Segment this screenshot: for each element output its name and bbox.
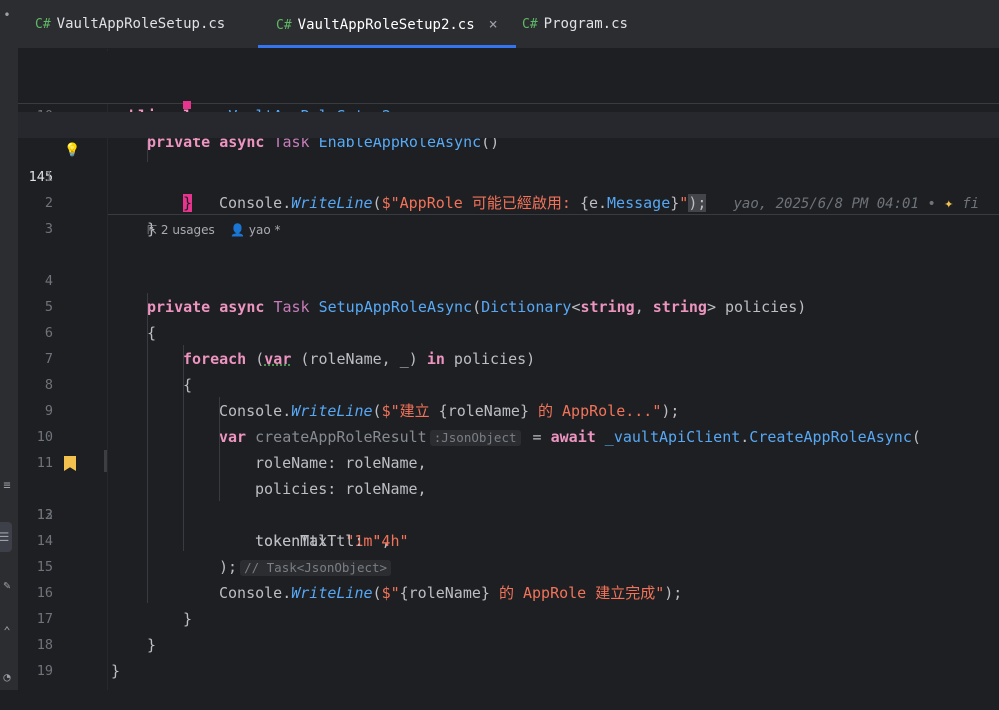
code-line[interactable]: 14 );// Task<JsonObject> [18, 502, 999, 576]
tab-program[interactable]: C# Program.cs [522, 0, 628, 48]
structure-icon[interactable]: ≡ [0, 478, 14, 492]
code-line[interactable]: 7 { [18, 320, 999, 394]
indent-guide [147, 140, 148, 162]
tab-vaultapprolesetup[interactable]: C# VaultAppRoleSetup.cs [35, 0, 225, 48]
code-line[interactable]: 8 Console.WriteLine($"建立 {roleName} 的 Ap… [18, 346, 999, 420]
code-line[interactable]: 1 } [18, 138, 999, 212]
code-line[interactable]: 12 tokenTtl: "1m", [18, 450, 999, 550]
code-line[interactable]: 17 } [18, 580, 999, 654]
punct: } [111, 662, 121, 680]
editor-tab-bar: C# VaultAppRoleSetup.cs C# VaultAppRoleSet… [18, 0, 999, 49]
brace-highlight-top [183, 101, 191, 109]
code-line[interactable]: 3 [18, 190, 999, 237]
sticky-line-method[interactable]: 10 private async Task EnableAppRoleAsync… [18, 77, 999, 151]
tab-vaultapprolesetup2[interactable]: C# VaultAppRoleSetup2.cs × [258, 0, 516, 48]
sticky-separator [18, 103, 999, 104]
pen-icon[interactable]: ✎ [0, 578, 14, 592]
indent-guide [147, 293, 148, 603]
close-tab-icon[interactable]: × [489, 15, 498, 33]
code-line[interactable]: 6 foreach (var (roleName, _) in policies… [18, 294, 999, 368]
code-line[interactable]: 2 } [18, 164, 999, 238]
more-icon[interactable]: • [0, 8, 14, 22]
tab-label: VaultAppRoleSetup.cs [56, 16, 226, 32]
sticky-line-class[interactable]: 140 public class VaultAppRoleSetup2 [18, 51, 999, 125]
code-line[interactable]: 16 } [18, 554, 999, 628]
code-line[interactable]: 5 { [18, 268, 999, 342]
list-icon[interactable]: ☰ [0, 522, 12, 552]
change-marker[interactable] [104, 450, 107, 472]
code-line[interactable]: 10 roleName: roleName, [18, 398, 999, 472]
code-editor[interactable]: 140 public class VaultAppRoleSetup2 10 p… [18, 49, 999, 690]
indent-guide [219, 397, 220, 501]
tool-window-strip: • ≡ ☰ ✎ ⌃ ◔ [0, 0, 19, 690]
code-line[interactable]: 4 private async Task SetupAppRoleAsync(D… [18, 242, 999, 316]
code-line[interactable]: 18 } [18, 606, 999, 680]
csharp-file-icon: C# [35, 17, 51, 32]
code-line[interactable]: 13 tokenMaxTtl: "4h" [18, 476, 999, 550]
csharp-file-icon: C# [522, 17, 538, 32]
line-number: 3 [44, 221, 53, 237]
method-separator [108, 214, 999, 215]
terminal-icon[interactable]: ◔ [0, 670, 14, 684]
author-label[interactable]: yao * [249, 223, 281, 237]
code-line[interactable]: 19 [18, 632, 999, 679]
code-line[interactable]: 9 var createAppRoleResult:JsonObject = a… [18, 372, 999, 446]
author-icon: 👤 [230, 223, 246, 237]
usages-icon: ⇱ [147, 223, 158, 237]
line-number: 19 [36, 663, 53, 679]
code-line[interactable]: 11 policies: roleName, [18, 424, 999, 498]
bookmark-icon[interactable] [64, 456, 76, 471]
code-vision[interactable]: ⇱ 2 usages 👤 yao * [147, 219, 280, 241]
current-line[interactable]: 💡 145 Console.WriteLine($"AppRole 可能已經啟用… [18, 112, 999, 212]
tab-label: Program.cs [543, 16, 628, 32]
git-icon[interactable]: ⌃ [0, 624, 14, 638]
tab-label: VaultAppRoleSetup2.cs [297, 17, 475, 33]
indent-guide [183, 345, 184, 551]
code-line[interactable]: 15 Console.WriteLine($"{roleName} 的 AppR… [18, 528, 999, 602]
csharp-file-icon: C# [276, 18, 292, 33]
usages-count[interactable]: 2 usages [161, 223, 215, 237]
